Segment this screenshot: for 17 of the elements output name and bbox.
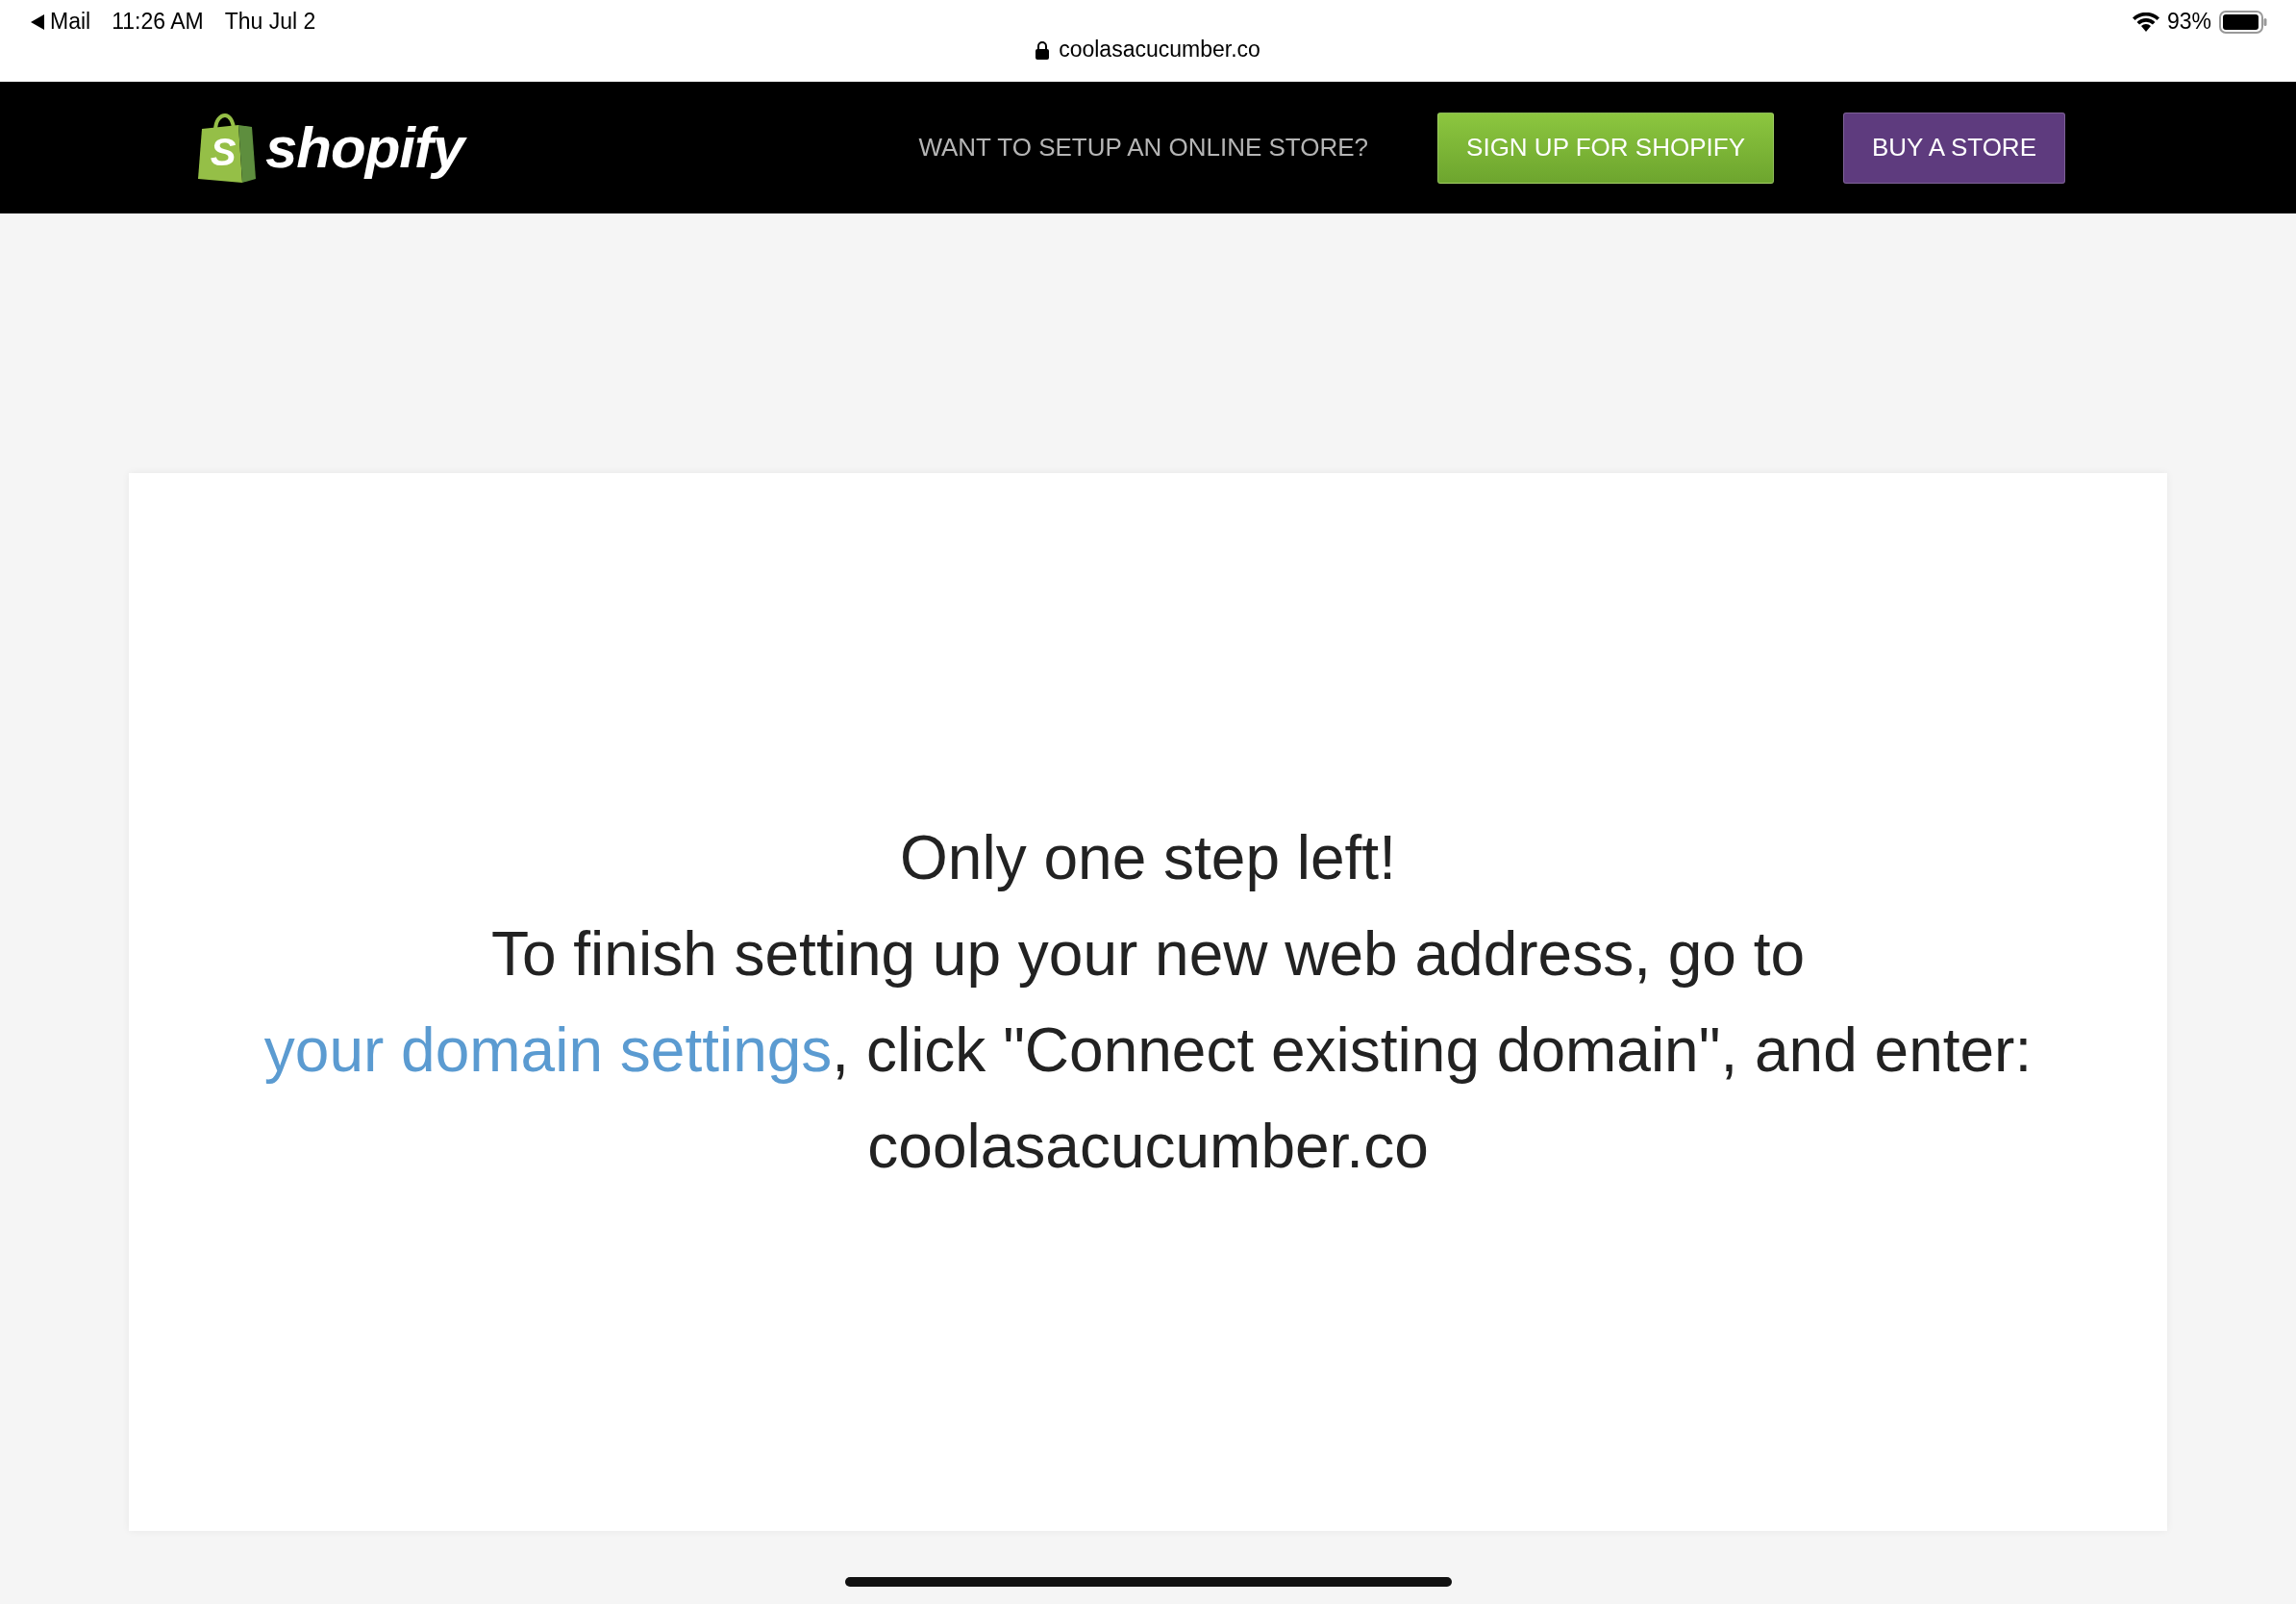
buy-store-button[interactable]: BUY A STORE — [1843, 112, 2065, 184]
lock-icon — [1036, 39, 1050, 60]
status-date: Thu Jul 2 — [224, 9, 316, 35]
shopping-bag-icon — [196, 113, 256, 183]
back-link[interactable]: Mail — [50, 9, 91, 35]
home-indicator[interactable] — [844, 1577, 1452, 1587]
domain-text: coolasacucumber.co — [867, 1111, 1429, 1183]
heading: Only one step left! — [900, 822, 1396, 894]
instruction-text: To finish setting up your new web address, go to your domain settings, click "Connect existing domain", and enter: — [262, 918, 2034, 1087]
back-icon — [31, 13, 44, 30]
page-url[interactable]: coolasacucumber.co — [1059, 37, 1260, 63]
battery-icon — [2219, 10, 2267, 34]
wifi-icon — [2132, 12, 2159, 32]
status-time: 11:26 AM — [112, 9, 204, 35]
header-tagline: WANT TO SETUP AN ONLINE STORE? — [918, 133, 1369, 163]
logo-letter: S — [210, 132, 237, 175]
battery-percent: 93% — [2166, 9, 2211, 35]
